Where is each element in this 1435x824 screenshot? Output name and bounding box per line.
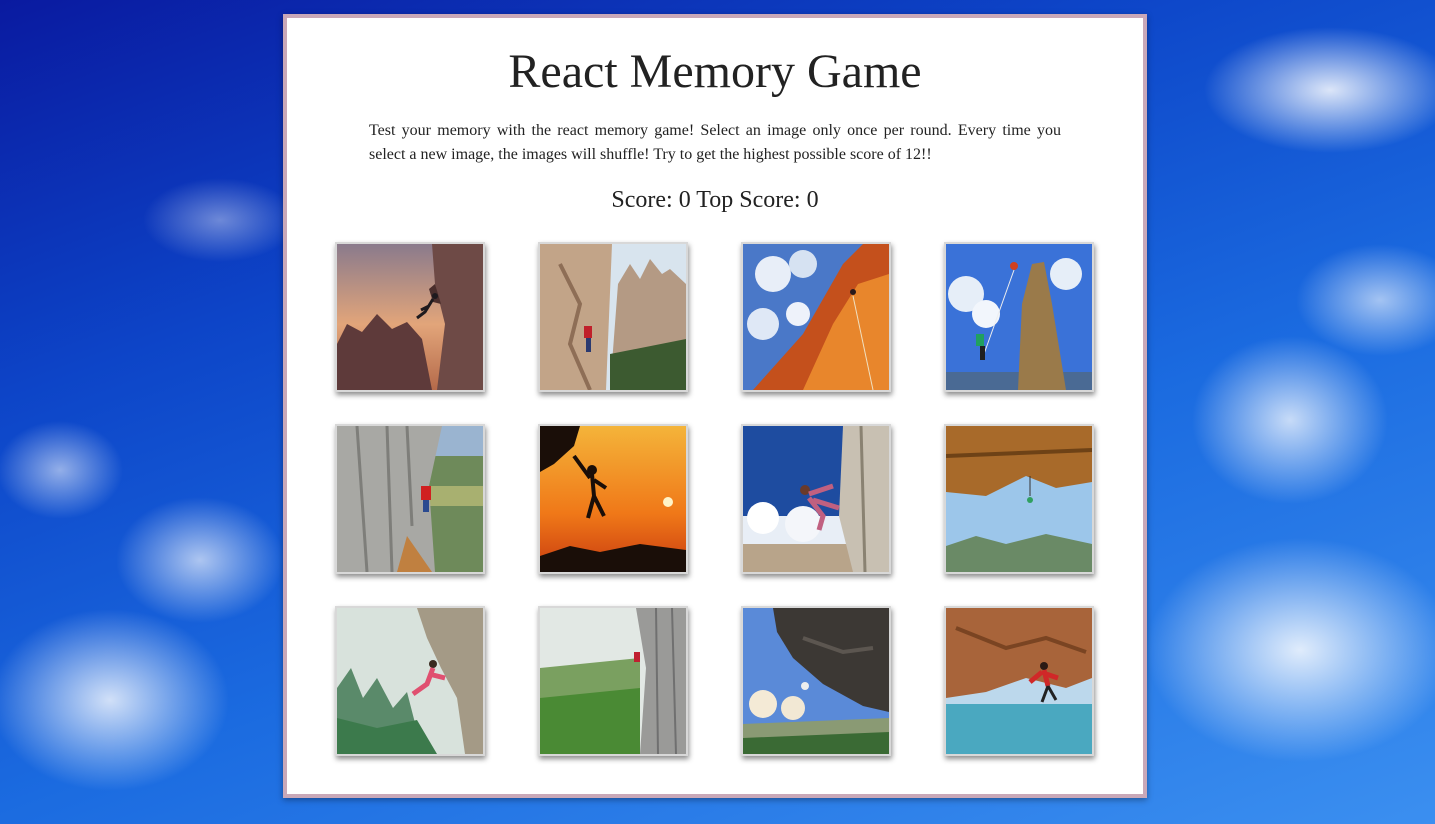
image-card[interactable] (741, 242, 891, 392)
image-card[interactable] (944, 242, 1094, 392)
image-grid (335, 242, 1099, 756)
image-card[interactable] (335, 242, 485, 392)
climber-silhouette-orange-sunset-image (540, 426, 686, 572)
image-card[interactable] (944, 424, 1094, 574)
game-panel: React Memory Game Test your memory with … (283, 14, 1147, 798)
image-card[interactable] (538, 606, 688, 756)
climber-green-jungle-wall-image (540, 608, 686, 754)
climber-pinnacle-blue-sky-image (946, 244, 1092, 390)
score-label: Score: (611, 187, 673, 213)
image-card[interactable] (538, 424, 688, 574)
top-score-label: Top Score: (696, 187, 801, 213)
climber-dark-overhang-image (743, 608, 889, 754)
image-card[interactable] (741, 424, 891, 574)
score-display: Score: 0 Top Score: 0 (287, 185, 1143, 215)
climber-sea-cave-roof-image (946, 608, 1092, 754)
image-card[interactable] (335, 606, 485, 756)
score-value: 0 (678, 187, 691, 213)
climber-sunset-canyon-image (337, 244, 483, 390)
climber-crack-clouds-image (743, 426, 889, 572)
image-card[interactable] (335, 424, 485, 574)
climber-roof-overhang-image (946, 426, 1092, 572)
climber-gray-wall-valley-image (337, 426, 483, 572)
image-card[interactable] (741, 606, 891, 756)
game-description: Test your memory with the react memory g… (369, 122, 1061, 163)
image-card[interactable] (538, 242, 688, 392)
image-card[interactable] (944, 606, 1094, 756)
page-title: React Memory Game (508, 45, 922, 98)
climber-rock-spires-image (540, 244, 686, 390)
climber-red-cliff-sky-image (743, 244, 889, 390)
top-score-value: 0 (806, 187, 819, 213)
climber-karst-mountains-image (337, 608, 483, 754)
